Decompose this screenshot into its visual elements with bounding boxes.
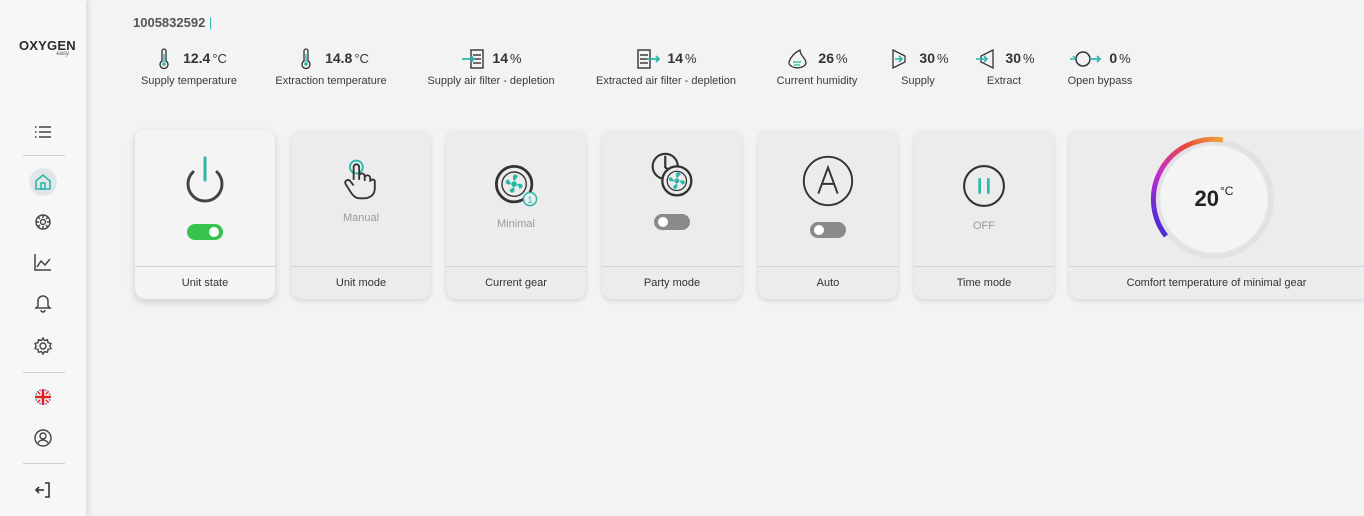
stat-label: Extraction temperature (275, 75, 387, 87)
party-mode-card[interactable]: Party mode (602, 130, 742, 299)
party-mode-toggle[interactable] (654, 214, 690, 230)
card-label: Comfort temperature of minimal gear (1069, 266, 1364, 299)
stat-label: Open bypass (1067, 75, 1133, 87)
stat-unit: °C (354, 51, 369, 66)
stat-unit: % (1119, 51, 1131, 66)
auto-card[interactable]: Auto (758, 130, 898, 299)
logout-icon[interactable] (29, 476, 57, 504)
card-label: Time mode (914, 266, 1054, 299)
home-icon[interactable] (29, 168, 57, 196)
stat-value: 0 (1109, 50, 1118, 66)
gear-icon[interactable] (29, 332, 57, 360)
comfort-unit: °C (1220, 184, 1234, 198)
card-value: OFF (973, 220, 995, 232)
fan-settings-icon[interactable] (29, 208, 57, 236)
text-cursor: | (205, 15, 213, 30)
stat-value: 26 (818, 50, 834, 66)
stat-label: Supply air filter - depletion (427, 75, 555, 87)
stat-value: 14.8 (325, 50, 353, 66)
hand-pointer-icon (344, 159, 376, 200)
stat-value: 14 (492, 50, 508, 66)
card-label: Unit state (135, 266, 275, 299)
logo: OXYGEN easy (19, 38, 76, 64)
humidity-icon (788, 48, 808, 69)
stat-unit: % (836, 51, 848, 66)
party-fan-icon (651, 152, 693, 197)
stat-extract-filter: 14% Extracted air filter - depletion (588, 44, 744, 87)
unit-state-toggle[interactable] (187, 224, 223, 240)
stat-unit: % (937, 51, 949, 66)
comfort-value: 20 (1194, 186, 1219, 211)
filter-out-icon (637, 49, 661, 69)
fan-gear-icon: 1 (495, 165, 538, 207)
extract-icon (976, 48, 995, 70)
stat-extract: 30% Extract (968, 44, 1040, 87)
stat-unit: °C (212, 51, 227, 66)
uk-flag-icon[interactable] (29, 383, 57, 411)
stat-unit: % (510, 51, 522, 66)
sidebar-divider (23, 463, 65, 464)
stat-value: 12.4 (183, 50, 211, 66)
svg-text:1: 1 (527, 195, 532, 205)
stat-supply-temperature: 12.4 °C Supply temperature (135, 44, 243, 87)
pause-icon (963, 165, 1005, 207)
bypass-icon (1070, 51, 1102, 67)
card-value: Minimal (497, 218, 535, 230)
card-label: Unit mode (291, 266, 431, 299)
stat-value: 30 (1005, 50, 1021, 66)
serial-value: 1005832592 (133, 15, 206, 30)
thermometer-icon (159, 48, 169, 70)
stat-unit: % (1023, 51, 1035, 66)
chart-icon[interactable] (29, 248, 57, 276)
current-gear-card[interactable]: 1 Minimal Current gear (446, 130, 586, 299)
power-icon (186, 156, 224, 203)
stat-label: Supply (901, 75, 935, 87)
card-label: Party mode (602, 266, 742, 299)
stat-unit: % (685, 51, 697, 66)
stat-extraction-temperature: 14.8 °C Extraction temperature (268, 44, 394, 87)
comfort-temperature-card[interactable]: 20 °C Comfort temperature of minimal gear (1069, 130, 1364, 299)
sidebar-divider (23, 155, 65, 156)
unit-mode-card[interactable]: Manual Unit mode (291, 130, 431, 299)
user-icon[interactable] (29, 424, 57, 452)
toggle-knob (658, 217, 668, 227)
sidebar: OXYGEN easy (0, 0, 86, 516)
stat-supply: 30% Supply (886, 44, 950, 87)
sidebar-divider (23, 372, 65, 373)
card-label: Auto (758, 266, 898, 299)
time-mode-card[interactable]: OFF Time mode (914, 130, 1054, 299)
stat-label: Current humidity (776, 75, 858, 87)
logo-sub: easy (56, 51, 69, 57)
stat-supply-filter: 14% Supply air filter - depletion (420, 44, 562, 87)
stat-value: 30 (919, 50, 935, 66)
menu-icon[interactable] (29, 118, 57, 146)
stat-bypass: 0% Open bypass (1058, 44, 1142, 87)
unit-state-card[interactable]: Unit state (135, 130, 275, 299)
supply-icon (892, 48, 907, 70)
stat-value: 14 (667, 50, 683, 66)
card-value: Manual (342, 212, 380, 224)
toggle-knob (209, 227, 219, 237)
stat-label: Extracted air filter - depletion (595, 75, 736, 87)
stat-label: Supply temperature (141, 75, 237, 87)
dial-readout: 20 °C (1149, 134, 1279, 264)
thermometer-icon (301, 48, 311, 70)
stat-humidity: 26% Current humidity (770, 44, 864, 87)
auto-icon (802, 155, 854, 207)
serial-number: 1005832592 | (133, 15, 212, 30)
card-label: Current gear (446, 266, 586, 299)
stat-label: Extract (986, 75, 1022, 87)
auto-toggle[interactable] (810, 222, 846, 238)
bell-icon[interactable] (29, 288, 57, 316)
filter-in-icon (462, 49, 485, 69)
toggle-knob (814, 225, 824, 235)
